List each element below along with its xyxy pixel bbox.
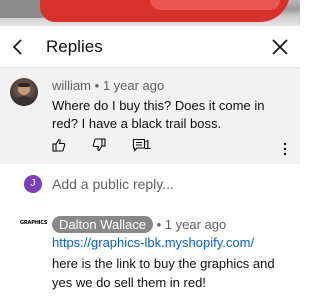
close-icon[interactable] [270, 37, 290, 57]
reply-input[interactable]: Add a public reply... [52, 176, 174, 192]
more-vertical-icon[interactable] [280, 142, 290, 156]
reply-count: 1 [144, 137, 152, 152]
meta-separator: • [94, 78, 100, 93]
reply-text: here is the link to buy the graphics and… [52, 256, 275, 290]
vehicle-highlight [150, 0, 280, 10]
comment-timestamp: 1 year ago [102, 78, 165, 93]
reply-timestamp: 1 year ago [164, 217, 227, 232]
back-arrow-icon[interactable] [8, 37, 28, 57]
reply-comment: GRAPHICS Dalton Wallace • 1 year ago htt… [0, 210, 300, 300]
replies-header: Replies [0, 26, 300, 68]
add-reply-row[interactable]: J Add a public reply... [0, 164, 300, 204]
comment-text: Where do I buy this? Does it come in red… [52, 98, 265, 131]
shop-link[interactable]: https://graphics-lbk.myshopify.com/ [52, 235, 254, 250]
thumb-up-icon[interactable] [52, 138, 66, 152]
avatar[interactable] [10, 78, 38, 106]
video-thumbnail-strip [0, 0, 300, 26]
page-title: Replies [46, 37, 103, 56]
creator-chip[interactable]: Dalton Wallace [52, 216, 153, 233]
parent-comment: william • 1 year ago Where do I buy this… [0, 68, 300, 164]
reply-meta: Dalton Wallace • 1 year ago [52, 216, 226, 233]
thumb-down-icon[interactable] [92, 138, 106, 152]
comment-meta: william • 1 year ago [52, 78, 164, 93]
meta-separator: • [156, 217, 162, 232]
channel-logo[interactable]: GRAPHICS [20, 218, 47, 228]
avatar: J [24, 175, 42, 193]
comment-author[interactable]: william [52, 78, 91, 93]
